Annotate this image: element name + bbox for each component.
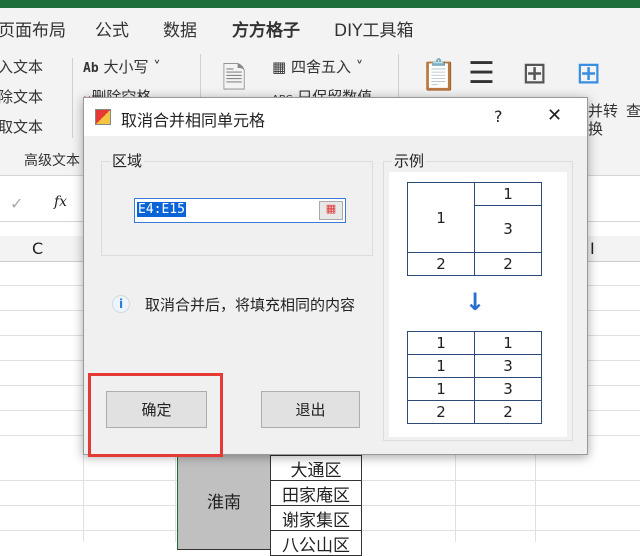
example-before-table: 11 3 22 (407, 182, 542, 276)
title-bar-strip (0, 0, 640, 8)
sheet-cell[interactable]: 谢家集区 (270, 505, 362, 531)
unmerge-dialog: 取消合并相同单元格 ? ✕ 区域 E4:E15 ▦ i 取消合并后，将填充相同的… (83, 97, 588, 457)
example-cell: 2 (407, 400, 475, 424)
round-button[interactable]: ▦ 四舍五入 ˅ (272, 56, 363, 77)
range-label: 区域 (110, 150, 145, 171)
merged-cell[interactable]: 淮南 (177, 450, 271, 550)
dialog-title: 取消合并相同单元格 (121, 111, 266, 130)
lookup-label[interactable]: 查 (626, 100, 640, 121)
group-label: 高级文本 (24, 153, 80, 169)
case-button[interactable]: Ab 大小写 ˅ (83, 56, 161, 77)
example-cell: 1 (407, 377, 475, 401)
range-input[interactable]: E4:E15 ▦ (134, 198, 346, 223)
tab-diy-toolbox[interactable]: DIY工具箱 (334, 16, 414, 41)
tab-formulas[interactable]: 公式 (95, 16, 129, 41)
example-cell: 3 (474, 354, 542, 378)
sheet-cell[interactable]: 大通区 (270, 455, 362, 481)
merge-convert-label2: 换 (588, 120, 604, 138)
table-convert-icon[interactable]: ⊞ (576, 56, 601, 91)
tab-page-layout[interactable]: 页面布局 (0, 16, 66, 41)
sheet-cell[interactable]: 田家庵区 (270, 480, 362, 506)
app-icon (95, 109, 111, 125)
tab-fangfang[interactable]: 方方格子 (232, 16, 300, 50)
tab-data[interactable]: 数据 (163, 16, 197, 41)
sheet-cell[interactable]: 八公山区 (270, 530, 362, 556)
insert-text-button[interactable]: 入文本 (0, 56, 43, 77)
info-icon: i (112, 295, 130, 313)
example-cell: 2 (474, 252, 542, 276)
extract-text-button[interactable]: 取文本 (0, 116, 43, 137)
case-label: 大小写 (103, 58, 149, 76)
dialog-title-bar: 取消合并相同单元格 ? ✕ (84, 98, 587, 136)
arrow-down-icon: ↓ (465, 288, 486, 316)
example-cell: 1 (474, 182, 542, 206)
info-text: 取消合并后，将填充相同的内容 (145, 296, 356, 314)
example-cell: 1 (407, 331, 475, 355)
case-icon: Ab (83, 61, 99, 76)
exit-button[interactable]: 退出 (261, 391, 360, 428)
column-c[interactable]: C (32, 239, 43, 258)
highlight-box (88, 373, 223, 457)
example-cell: 3 (474, 377, 542, 401)
list-icon[interactable]: ☰ (468, 56, 495, 91)
example-cell: 1 (474, 331, 542, 355)
example-cell: 1 (407, 354, 475, 378)
range-value: E4:E15 (137, 202, 186, 217)
close-button[interactable]: ✕ (547, 105, 562, 126)
check-icon[interactable]: ✓ (10, 194, 23, 213)
column-i[interactable]: I (590, 239, 595, 258)
round-label: 四舍五入 (290, 58, 351, 76)
ribbon-tabs: 页面布局 公式 数据 方方格子 DIY工具箱 (0, 8, 640, 50)
delete-text-button[interactable]: 除文本 (0, 86, 43, 107)
example-cell: 3 (474, 205, 542, 253)
example-after-table: 11 13 13 22 (407, 331, 542, 424)
example-cell: 2 (474, 400, 542, 424)
example-label: 示例 (392, 150, 427, 171)
table-delete-icon[interactable]: ⊞ (522, 56, 547, 91)
example-cell: 2 (407, 252, 475, 276)
help-button[interactable]: ? (494, 107, 503, 126)
clipboard-icon[interactable]: 📋 (420, 58, 457, 93)
range-picker-icon[interactable]: ▦ (319, 201, 343, 220)
fx-icon[interactable]: fx (54, 194, 67, 210)
example-cell: 1 (407, 182, 475, 253)
